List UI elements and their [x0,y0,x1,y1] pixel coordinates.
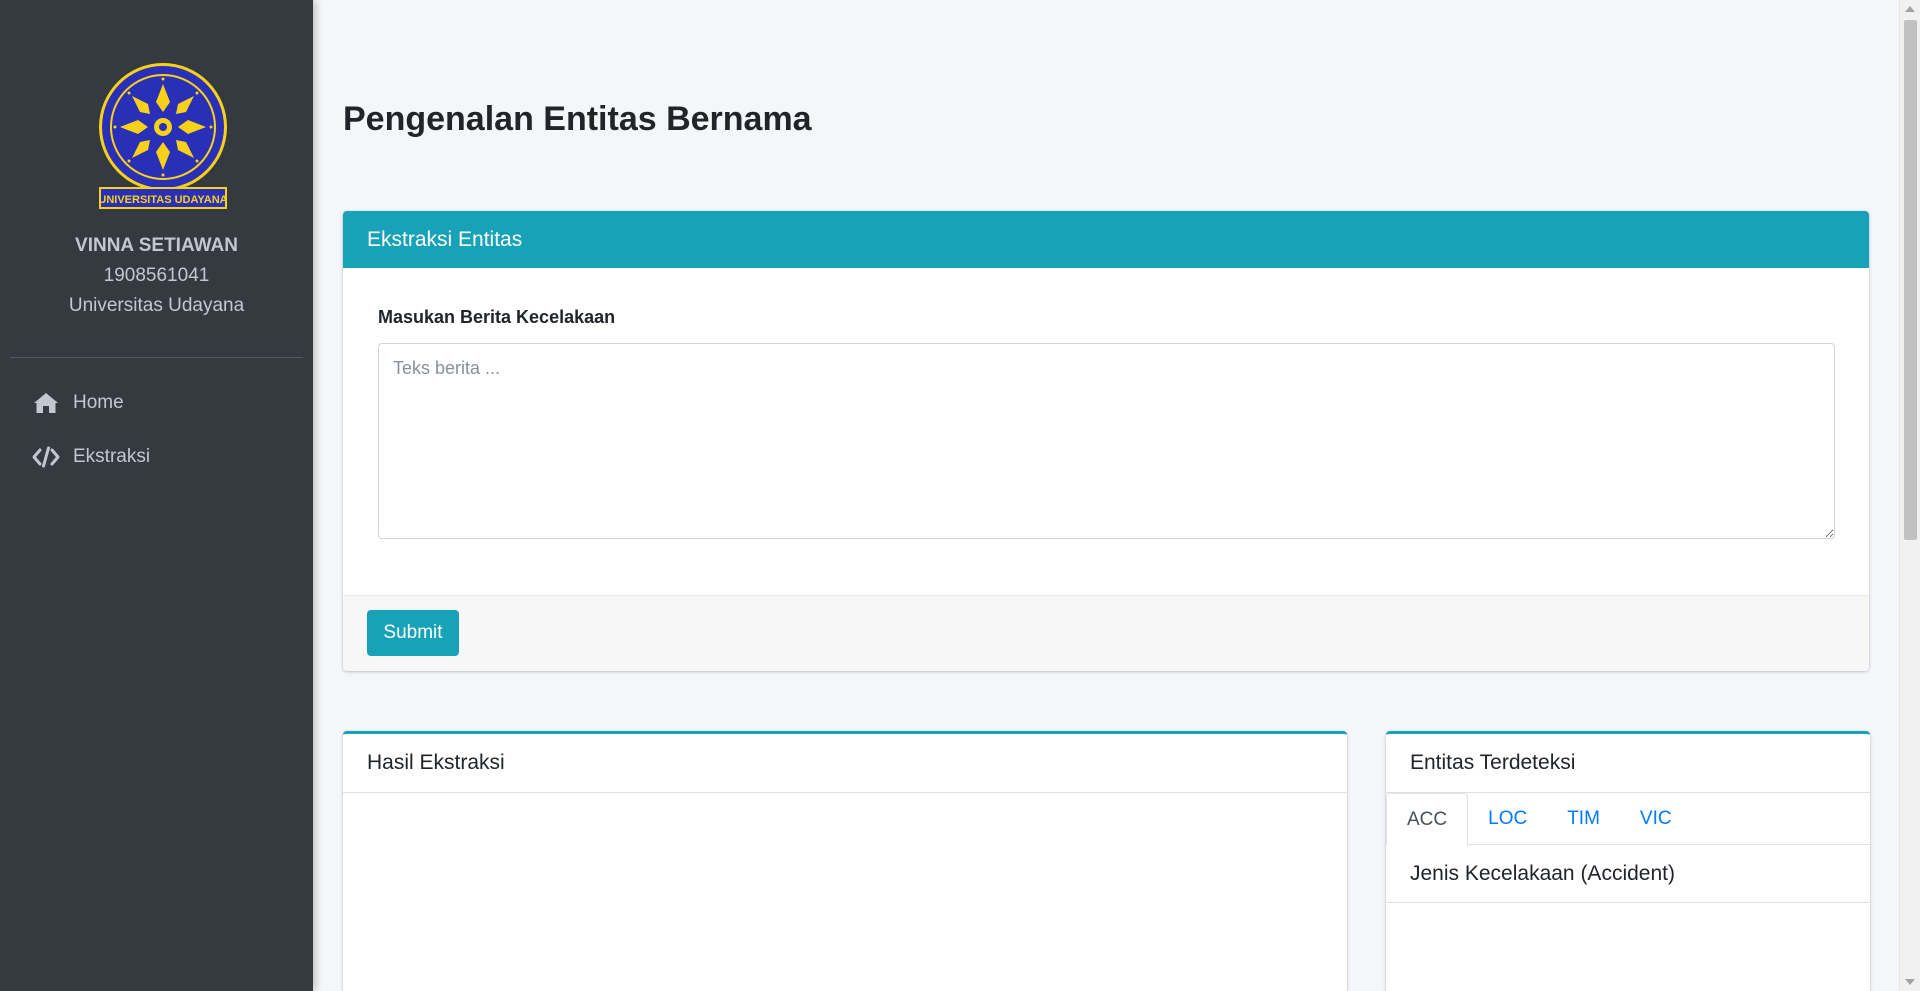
scroll-down-arrow-icon[interactable] [1905,979,1915,985]
sidebar-divider [10,357,303,358]
user-name: VINNA SETIAWAN [75,235,238,256]
tab-acc[interactable]: ACC [1386,793,1469,846]
entities-card: Entitas Terdeteksi ACC LOC TIM VIC Jenis… [1386,731,1870,991]
tab-vic[interactable]: VIC [1620,793,1692,845]
entity-tabs: ACC LOC TIM VIC [1386,793,1870,846]
result-card: Hasil Ekstraksi [343,731,1347,991]
submit-button[interactable]: Submit [367,610,459,656]
news-input-label: Masukan Berita Kecelakaan [378,307,616,327]
scroll-up-arrow-icon[interactable] [1905,6,1915,12]
active-tab-pane-title: Jenis Kecelakaan (Accident) [1386,845,1870,903]
user-id: 1908561041 [103,265,210,286]
tab-tim[interactable]: TIM [1547,793,1620,845]
entities-card-header: Entitas Terdeteksi [1386,734,1870,793]
extract-card: Ekstraksi Entitas Masukan Berita Kecelak… [343,211,1869,671]
sidebar: UNIVERSITAS UDAYANA VINNA SETIAWAN 19085… [0,0,313,991]
sidebar-item-label: Ekstraksi [73,446,151,467]
news-textarea[interactable] [378,343,1835,539]
page-scrollbar[interactable] [1899,0,1920,991]
code-icon [32,445,60,469]
sidebar-item-ekstraksi[interactable]: Ekstraksi [10,434,303,480]
home-icon [32,391,60,415]
logo-text: UNIVERSITAS UDAYANA [98,194,227,206]
scroll-thumb[interactable] [1904,20,1917,540]
user-university: Universitas Udayana [68,295,245,316]
university-logo: UNIVERSITAS UDAYANA [98,62,228,212]
sidebar-item-label: Home [73,392,124,413]
extract-card-header: Ekstraksi Entitas [343,211,1869,268]
sidebar-item-home[interactable]: Home [10,380,303,426]
extract-card-footer: Submit [343,595,1869,671]
result-card-header: Hasil Ekstraksi [343,734,1347,793]
tab-loc[interactable]: LOC [1468,793,1547,845]
page-title: Pengenalan Entitas Bernama [343,100,812,138]
